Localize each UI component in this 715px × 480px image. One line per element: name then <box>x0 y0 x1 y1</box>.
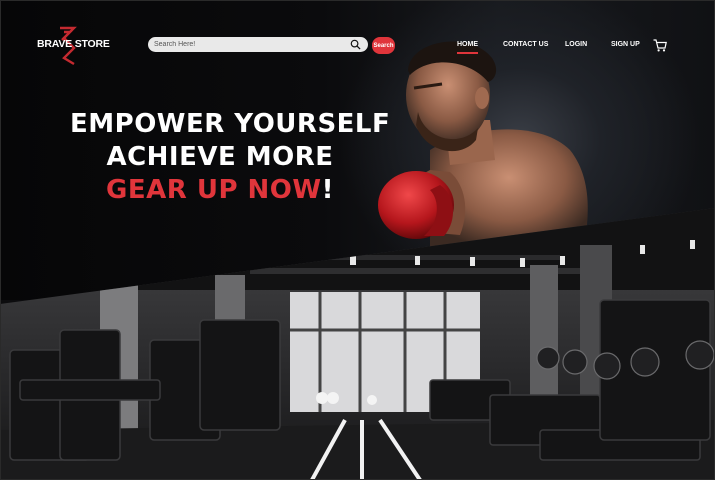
shopping-cart-icon[interactable] <box>653 39 667 52</box>
nav-contact-us[interactable]: CONTACT US <box>503 41 548 48</box>
search-input[interactable] <box>154 37 346 52</box>
brand-name: BRAVE STORE <box>37 38 110 50</box>
hero-line-3: GEAR UP NOW! <box>70 174 370 207</box>
nav-sign-up[interactable]: SIGN UP <box>611 41 640 48</box>
search-bar <box>148 37 368 52</box>
hero-headline: EMPOWER YOURSELF ACHIEVE MORE GEAR UP NO… <box>70 108 391 207</box>
hero-line-1: EMPOWER YOURSELF <box>70 109 391 139</box>
hero-exclamation: ! <box>321 175 334 205</box>
nav-home[interactable]: HOME <box>457 41 478 54</box>
search-icon[interactable] <box>350 39 361 50</box>
search-button[interactable]: Search <box>372 37 395 54</box>
hero-highlight: GEAR UP NOW <box>106 175 322 205</box>
nav-login[interactable]: LOGIN <box>565 41 587 48</box>
landing-page: BRAVE STORE Search HOME CONTACT US LOGIN… <box>0 0 715 480</box>
hero-line-2: ACHIEVE MORE <box>106 142 334 172</box>
brand-logo[interactable]: BRAVE STORE <box>34 26 110 66</box>
